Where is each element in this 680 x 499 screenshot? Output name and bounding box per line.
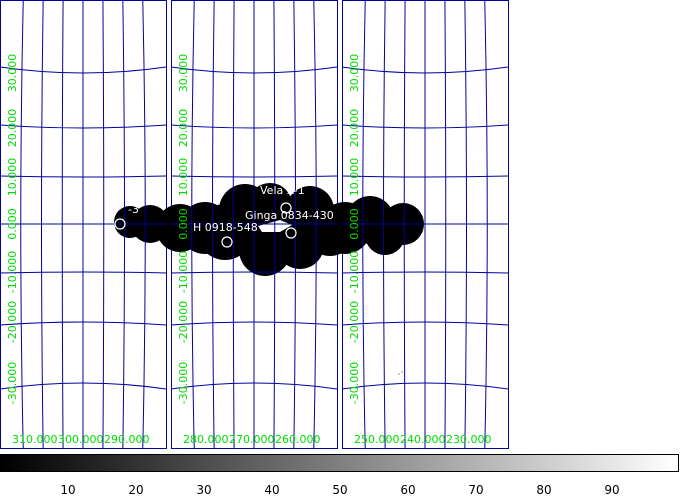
colorbar-tick-label: 10 [60,483,76,497]
lat-label: -10.000 [177,251,190,293]
lat-label: -30.000 [348,362,361,404]
source-label-ginga-0834: Ginga 0834-430 [245,209,334,222]
lon-label: 230.000 [446,433,492,446]
colorbar-tick-label: 90 [604,483,620,497]
colorbar-tick-label: 30 [196,483,212,497]
lat-label: 30.000 [177,54,190,93]
sky-map: Vela X-1 Ginga 0834-430 H 0918-548 -3 30… [0,0,509,450]
lon-label: 280.000 [183,433,229,446]
source-label-vela-x1: Vela X-1 [260,184,305,197]
source-label-minus3: -3 [128,203,139,216]
lon-label: 260.000 [275,433,321,446]
lat-label: 30.000 [6,54,19,93]
lat-label: -30.000 [177,362,190,404]
lon-label: 270.000 [229,433,275,446]
lat-label: 10.000 [6,158,19,197]
lat-label: -20.000 [348,301,361,343]
panel-grid-1 [0,0,167,450]
lon-label: 250.000 [354,433,400,446]
lat-label: -30.000 [6,362,19,404]
lat-label: 0.000 [348,208,361,240]
colorbar-gradient [0,454,679,472]
lat-label: 20.000 [6,109,19,148]
colorbar-tick-label: 80 [536,483,552,497]
lon-label: 300.000 [58,433,104,446]
lon-label: 290.000 [104,433,150,446]
colorbar-tick-label: 70 [468,483,484,497]
lat-label: 0.000 [177,208,190,240]
lon-label: 310.000 [12,433,58,446]
colorbar-tick-label: 60 [400,483,416,497]
colorbar-tick-label: 50 [332,483,348,497]
lat-label: -20.000 [177,301,190,343]
lon-label: 240.000 [400,433,446,446]
lat-label: 20.000 [177,109,190,148]
colorbar-tick-label: 20 [128,483,144,497]
source-label-h0918: H 0918-548 [193,221,258,234]
lat-label: -20.000 [6,301,19,343]
lat-label: 20.000 [348,109,361,148]
lat-label: 10.000 [177,158,190,197]
colorbar-tick-label: 40 [264,483,280,497]
lat-label: -10.000 [6,251,19,293]
lat-label: 0.000 [6,208,19,240]
lat-label: 30.000 [348,54,361,93]
lat-label: -10.000 [348,251,361,293]
lat-label: 10.000 [348,158,361,197]
panel-grid-3 [341,0,509,450]
